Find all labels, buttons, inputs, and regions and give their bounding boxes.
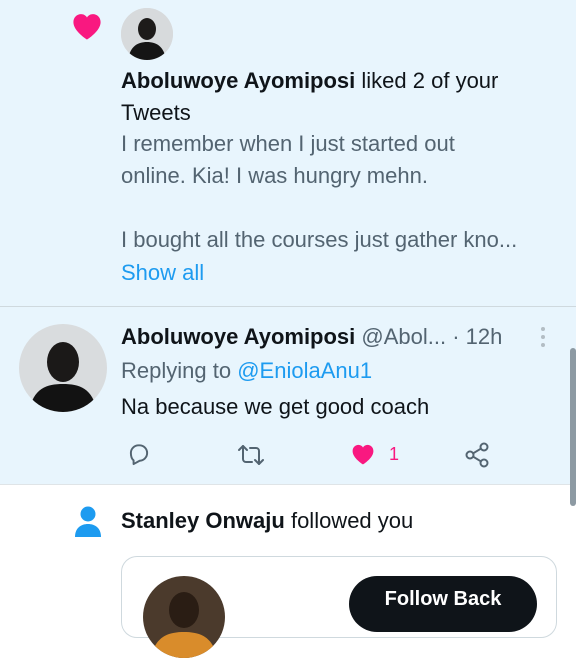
person-icon [75, 506, 101, 537]
reply-text: Na because we get good coach [121, 394, 430, 419]
like-action-text-continued: Tweets [121, 100, 191, 125]
replying-to-handle[interactable]: @EniolaAnu1 [237, 358, 372, 383]
author-name[interactable]: Aboluwoye Ayomiposi [121, 324, 355, 349]
tweet-preview-line: I bought all the courses just gather kno… [121, 227, 518, 252]
retweet-icon[interactable] [236, 442, 266, 468]
heart-filled-icon [73, 14, 101, 40]
tweet-preview-line: online. Kia! I was hungry mehn. [121, 163, 428, 188]
replying-to-label: Replying to [121, 358, 232, 383]
user-avatar-icon [19, 324, 107, 412]
avatar[interactable] [143, 576, 225, 658]
user-avatar-icon [121, 8, 173, 60]
like-notification-text: Aboluwoye Ayomiposi liked 2 of your [121, 65, 498, 97]
author-handle[interactable]: @Abol... [361, 324, 446, 349]
replying-to: Replying to @EniolaAnu1 [121, 355, 372, 387]
follow-back-button[interactable]: Follow Back [349, 576, 537, 632]
follower-name[interactable]: Stanley Onwaju [121, 508, 285, 533]
like-action-text: liked 2 of your [361, 68, 499, 93]
like-icon[interactable] [349, 441, 377, 467]
follow-action-text: followed you [290, 508, 414, 533]
like-count: 1 [389, 444, 400, 464]
user-avatar-icon [143, 576, 225, 658]
scrollbar-thumb[interactable] [570, 348, 576, 506]
tweet-preview-line: I remember when I just started out [121, 131, 455, 156]
reply-header: Aboluwoye Ayomiposi @Abol... · 12h [121, 321, 502, 353]
liker-name[interactable]: Aboluwoye Ayomiposi [121, 68, 355, 93]
tweet-time: · 12h [452, 324, 503, 349]
reply-icon[interactable] [126, 441, 152, 467]
avatar[interactable] [19, 324, 107, 412]
share-icon[interactable] [464, 441, 490, 469]
show-all-link[interactable]: Show all [121, 257, 204, 289]
avatar[interactable] [121, 8, 173, 60]
more-options-icon[interactable] [540, 326, 546, 348]
follow-notification-text: Stanley Onwaju followed you [121, 505, 413, 537]
